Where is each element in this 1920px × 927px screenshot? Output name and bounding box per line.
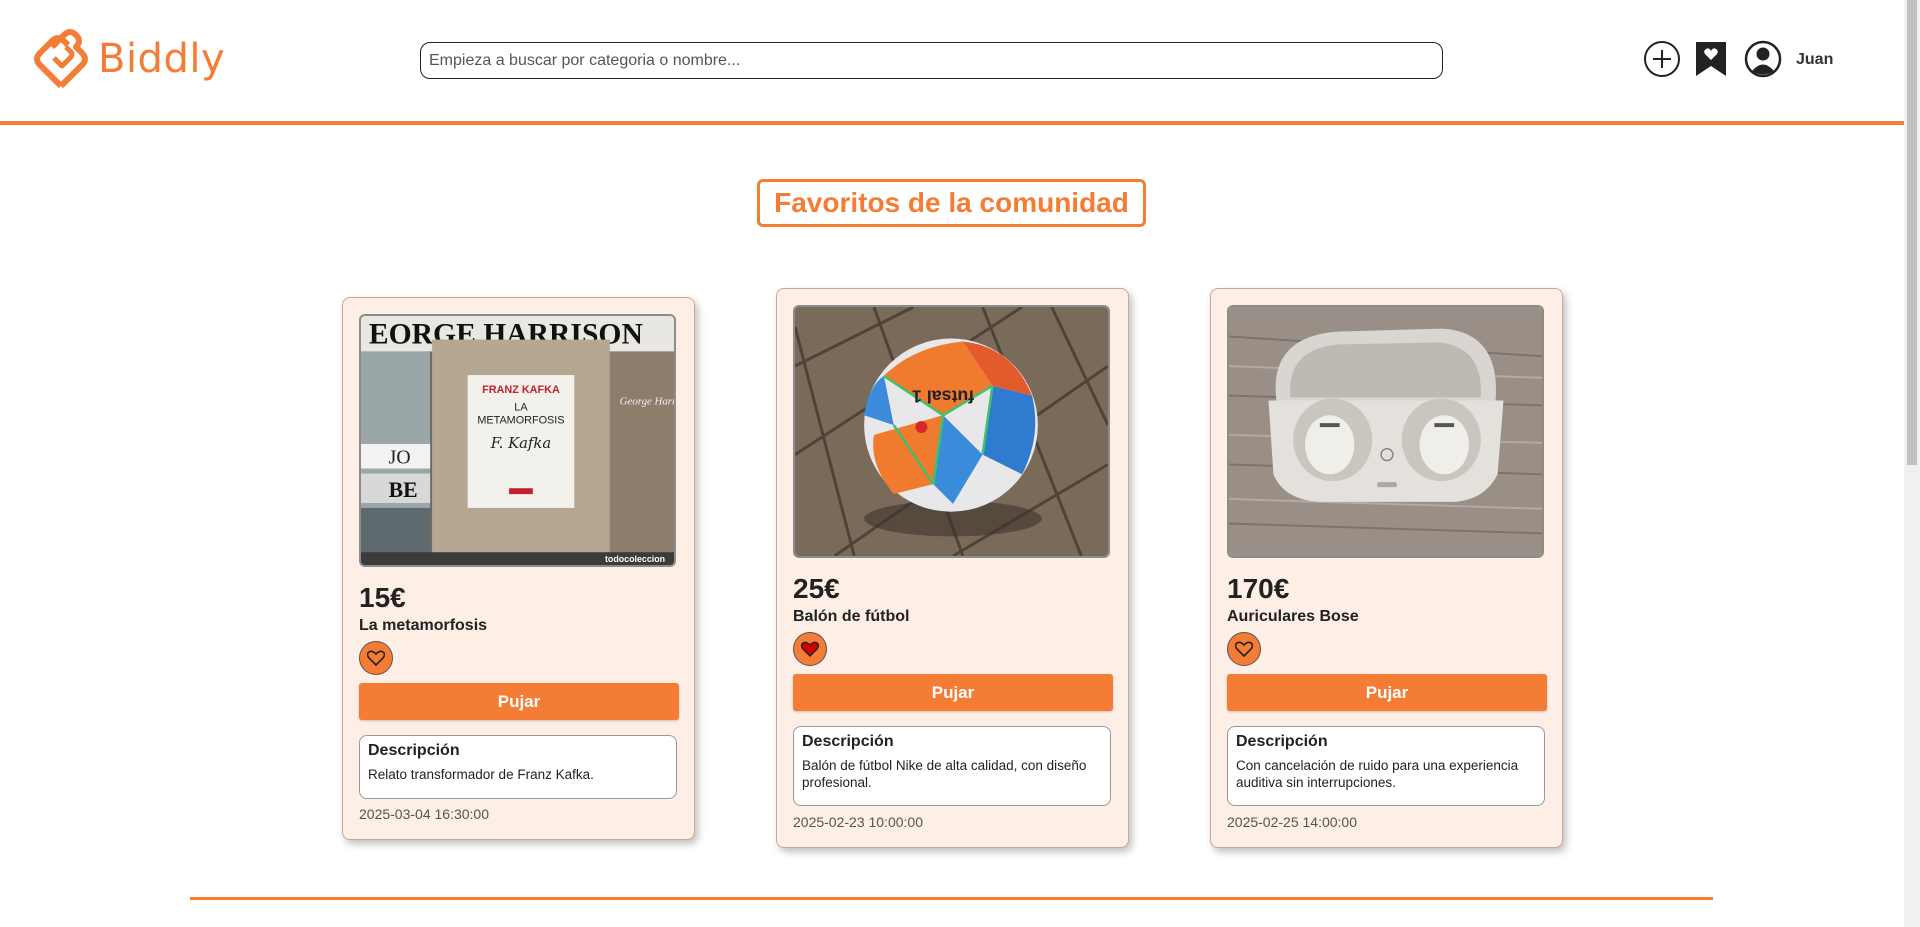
biddly-logo-icon (34, 29, 88, 89)
user-profile-button[interactable] (1744, 40, 1782, 78)
product-image[interactable]: futsal 1 (793, 305, 1110, 558)
product-image[interactable]: EORGE HARRISON JO BE George Harrison FRA… (359, 314, 676, 567)
side-text-2: BE (389, 478, 418, 502)
product-card: futsal 1 25€ Balón de fútbol Pujar Descr… (776, 288, 1129, 848)
description-text: Con cancelación de ruido para una experi… (1236, 758, 1519, 790)
brand-name: Biddly (98, 36, 226, 82)
description-title: Descripción (368, 742, 460, 759)
scrollbar-thumb[interactable] (1907, 0, 1917, 465)
page: Biddly Juan Favorit (0, 0, 1920, 927)
search-bar[interactable] (420, 42, 1443, 79)
heart-outline-icon (1235, 641, 1253, 657)
ball-text: futsal 1 (912, 387, 974, 407)
favorites-bookmark-icon (1696, 42, 1726, 76)
side-right-text: George Harrison (620, 396, 674, 408)
user-avatar-icon (1744, 40, 1782, 78)
user-name[interactable]: Juan (1796, 51, 1833, 69)
side-text: JO (389, 447, 411, 469)
footer-divider (190, 897, 1713, 900)
favorites-button[interactable] (1692, 40, 1730, 78)
heart-filled-icon (801, 641, 819, 657)
book-photo: EORGE HARRISON JO BE George Harrison FRA… (361, 316, 674, 565)
description-box: Descripción Con cancelación de ruido par… (1227, 726, 1545, 806)
favorite-button[interactable] (1227, 632, 1261, 666)
add-listing-button[interactable] (1643, 40, 1681, 78)
bid-button[interactable]: Pujar (793, 674, 1113, 711)
search-input[interactable] (429, 51, 1434, 70)
listing-date: 2025-03-04 16:30:00 (359, 806, 489, 822)
favorite-button[interactable] (793, 632, 827, 666)
ball-photo: futsal 1 (795, 307, 1108, 556)
product-title[interactable]: La metamorfosis (359, 617, 487, 635)
product-card: 170€ Auriculares Bose Pujar Descripción … (1210, 288, 1563, 848)
book-title-2: METAMORFOSIS (477, 414, 564, 426)
bid-button[interactable]: Pujar (359, 683, 679, 720)
listing-date: 2025-02-25 14:00:00 (1227, 814, 1357, 830)
product-price: 170€ (1227, 573, 1290, 604)
vertical-scrollbar[interactable] (1904, 0, 1920, 927)
description-box: Descripción Balón de fútbol Nike de alta… (793, 726, 1111, 806)
earbuds-photo (1229, 307, 1542, 556)
description-text: Relato transformador de Franz Kafka. (368, 767, 594, 782)
description-text: Balón de fútbol Nike de alta calidad, co… (802, 758, 1087, 790)
product-price: 25€ (793, 573, 840, 604)
book-signature: F. Kafka (490, 435, 551, 452)
add-icon (1644, 41, 1680, 77)
product-card: EORGE HARRISON JO BE George Harrison FRA… (342, 297, 695, 840)
listing-date: 2025-02-23 10:00:00 (793, 814, 923, 830)
product-image[interactable] (1227, 305, 1544, 558)
book-author: FRANZ KAFKA (482, 384, 560, 396)
heart-outline-icon (367, 650, 385, 666)
product-price: 15€ (359, 582, 406, 613)
section-title: Favoritos de la comunidad (757, 179, 1146, 227)
header: Biddly Juan (0, 0, 1904, 125)
description-title: Descripción (802, 733, 894, 750)
logo[interactable]: Biddly (32, 24, 225, 94)
favorite-button[interactable] (359, 641, 393, 675)
product-title[interactable]: Balón de fútbol (793, 608, 909, 626)
bid-button[interactable]: Pujar (1227, 674, 1547, 711)
description-title: Descripción (1236, 733, 1328, 750)
description-box: Descripción Relato transformador de Fran… (359, 735, 677, 799)
product-title[interactable]: Auriculares Bose (1227, 608, 1359, 626)
book-title-1: LA (514, 401, 528, 413)
watermark-text: todocoleccion (605, 554, 665, 564)
